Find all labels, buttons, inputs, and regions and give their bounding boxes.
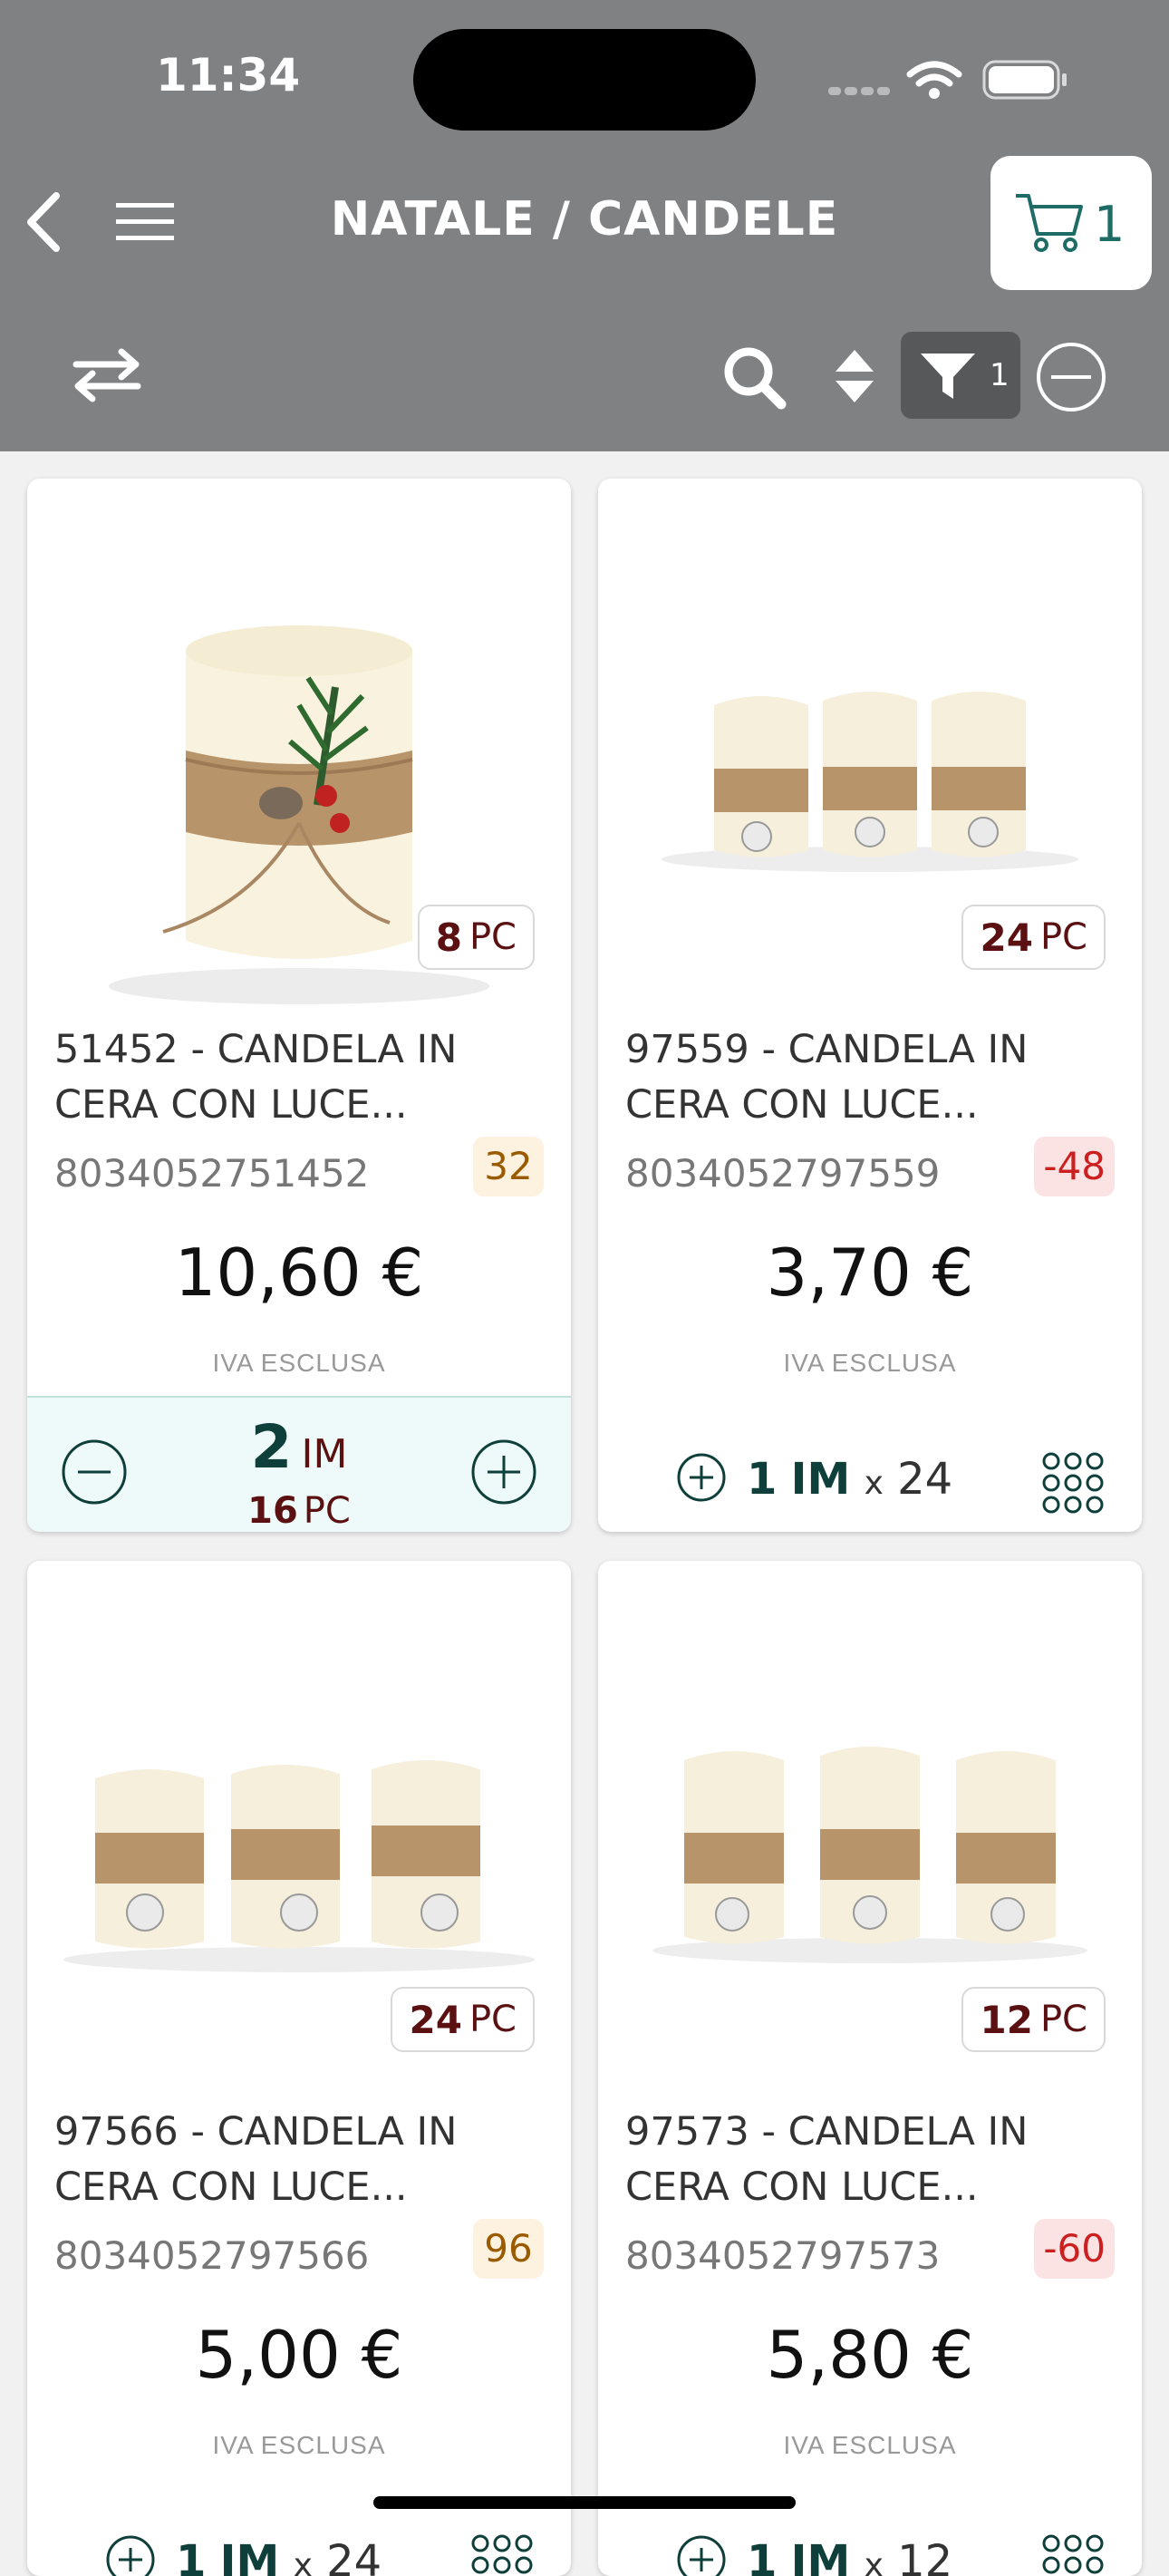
vat-label: IVA ESCLUSA [212, 1349, 386, 1377]
add-multiplier: 12 [897, 2536, 953, 2576]
vat-label: IVA ESCLUSA [212, 2431, 386, 2459]
filter-icon [921, 353, 975, 399]
add-quantity: 1 [747, 1454, 778, 1505]
home-indicator[interactable] [373, 2496, 796, 2509]
pack-size-number: 8 [435, 915, 462, 960]
product-card[interactable]: 12 PC 97573 - CANDELA IN CERA CON LUCE..… [598, 1561, 1142, 2576]
dynamic-island [413, 29, 756, 131]
battery-icon [982, 60, 1067, 100]
wifi-icon [906, 61, 962, 99]
add-unit: IM [790, 1454, 851, 1505]
pack-size-unit: PC [469, 916, 517, 958]
hamburger-menu-icon[interactable] [114, 199, 178, 245]
product-ean: 8034052797566 [54, 2233, 370, 2278]
cellular-signal-icon [828, 83, 894, 100]
add-unit: IM [790, 2536, 851, 2576]
vat-label: IVA ESCLUSA [783, 2431, 957, 2459]
product-price: 5,00 € [195, 2317, 403, 2393]
multiply-sign: x [864, 2547, 884, 2576]
product-card[interactable]: 8 PC 51452 - CANDELA IN CERA CON LUCE...… [27, 479, 571, 1532]
back-chevron-icon[interactable] [16, 181, 71, 263]
add-to-cart-button[interactable]: 1 IM x 24 [747, 1454, 952, 1505]
pack-size-number: 12 [980, 1997, 1033, 2042]
status-time: 11:34 [156, 49, 301, 102]
filter-button[interactable]: 1 [901, 332, 1020, 419]
add-to-cart-row: 1 IM x 24 [598, 1421, 1142, 1530]
pack-size-unit: PC [469, 1999, 517, 2040]
pack-size-badge: 24 PC [391, 1987, 535, 2052]
pack-size-number: 24 [980, 915, 1033, 960]
stock-badge: 96 [473, 2219, 544, 2279]
cart-button[interactable]: 1 [990, 156, 1152, 290]
cart-pieces-unit: PC [303, 1490, 351, 1532]
pack-size-unit: PC [1039, 1999, 1087, 2040]
stock-badge: -48 [1034, 1137, 1115, 1196]
product-ean: 8034052797559 [625, 1151, 941, 1196]
increase-quantity-icon[interactable] [469, 1438, 538, 1506]
filter-count: 1 [990, 357, 1010, 393]
add-to-cart-row: 1 IM x 24 [27, 2503, 571, 2576]
multiply-sign: x [293, 2547, 313, 2576]
add-to-cart-icon[interactable] [676, 2534, 727, 2576]
add-unit: IM [219, 2536, 280, 2576]
cart-quantity-unit: IM [301, 1431, 348, 1477]
product-title[interactable]: 97566 - CANDELA IN CERA CON LUCE... [54, 2105, 544, 2215]
add-multiplier: 24 [897, 1454, 953, 1505]
product-price: 5,80 € [766, 2317, 974, 2393]
vat-label: IVA ESCLUSA [783, 1349, 957, 1377]
add-to-cart-icon[interactable] [676, 1452, 727, 1503]
product-price: 3,70 € [766, 1235, 974, 1311]
pack-size-badge: 24 PC [961, 905, 1106, 970]
cart-quantity-value: 2 [250, 1412, 293, 1482]
add-to-cart-row: 1 IM x 12 [598, 2503, 1142, 2576]
add-quantity: 1 [176, 2536, 207, 2576]
grid-dots-icon[interactable] [1040, 1450, 1106, 1516]
product-ean: 8034052751452 [54, 1151, 370, 1196]
product-card[interactable]: 24 PC 97566 - CANDELA IN CERA CON LUCE..… [27, 1561, 571, 2576]
add-multiplier: 24 [326, 2536, 382, 2576]
product-title[interactable]: 97573 - CANDELA IN CERA CON LUCE... [625, 2105, 1115, 2215]
add-to-cart-icon[interactable] [105, 2534, 156, 2576]
cart-pieces-value: 16 [247, 1490, 298, 1532]
product-ean: 8034052797573 [625, 2233, 941, 2278]
product-card[interactable]: 24 PC 97559 - CANDELA IN CERA CON LUCE..… [598, 479, 1142, 1532]
pack-size-number: 24 [409, 1997, 462, 2042]
sort-icon[interactable] [832, 344, 877, 408]
pack-size-badge: 12 PC [961, 1987, 1106, 2052]
cart-count: 1 [1094, 196, 1126, 253]
add-to-cart-button[interactable]: 1 IM x 12 [747, 2536, 952, 2576]
pack-size-badge: 8 PC [417, 905, 535, 970]
grid-dots-icon[interactable] [1040, 2532, 1106, 2576]
add-to-cart-button[interactable]: 1 IM x 24 [176, 2536, 382, 2576]
cart-icon [1016, 194, 1083, 252]
product-price: 10,60 € [174, 1235, 424, 1311]
minus-circle-icon[interactable] [1035, 341, 1107, 413]
pack-size-unit: PC [1039, 916, 1087, 958]
swap-arrows-icon[interactable] [71, 348, 143, 402]
stock-badge: -60 [1034, 2219, 1115, 2279]
search-icon[interactable] [721, 344, 788, 412]
grid-dots-icon[interactable] [469, 2532, 535, 2576]
multiply-sign: x [864, 1465, 884, 1502]
add-quantity: 1 [747, 2536, 778, 2576]
page-title: NATALE / CANDELE [330, 192, 839, 247]
quantity-stepper: 2 IM 16 PC [27, 1396, 571, 1532]
stock-badge: 32 [473, 1137, 544, 1196]
product-title[interactable]: 97559 - CANDELA IN CERA CON LUCE... [625, 1022, 1115, 1133]
product-title[interactable]: 51452 - CANDELA IN CERA CON LUCE... [54, 1022, 544, 1133]
